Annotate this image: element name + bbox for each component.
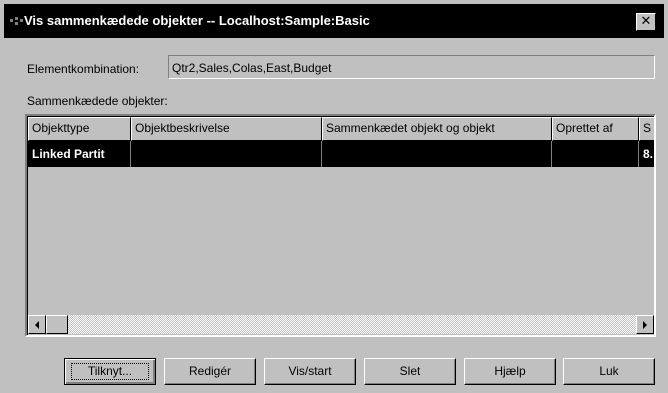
element-combination-label: Elementkombination: xyxy=(27,62,140,76)
close-dialog-button[interactable]: Luk xyxy=(563,358,655,385)
column-header-oprettet-af[interactable]: Oprettet af xyxy=(552,117,639,141)
scroll-thumb[interactable] xyxy=(46,315,68,334)
table-row[interactable]: Linked Partit 8. xyxy=(28,141,654,167)
cell-oprettet-af xyxy=(552,141,639,167)
list-header: Objekttype Objektbeskrivelse Sammenkædet… xyxy=(28,117,654,141)
column-header-objektbeskrivelse[interactable]: Objektbeskrivelse xyxy=(131,117,322,141)
scroll-track[interactable] xyxy=(68,315,636,334)
view-start-button[interactable]: Vis/start xyxy=(264,358,356,385)
column-header-s[interactable]: S xyxy=(639,117,654,141)
cell-objekttype: Linked Partit xyxy=(28,141,131,167)
window-title: Vis sammenkædede objekter -- Localhost:S… xyxy=(24,13,370,28)
cell-objektbeskrivelse xyxy=(131,141,322,167)
help-button[interactable]: Hjælp xyxy=(464,358,556,385)
arrow-right-icon xyxy=(643,321,647,329)
cell-sammenkaedet-objekt xyxy=(322,141,552,167)
element-combination-value: Qtr2,Sales,Colas,East,Budget xyxy=(172,61,332,75)
column-header-sammenkaedet-objekt[interactable]: Sammenkædet objekt og objekt xyxy=(322,117,552,141)
title-bar[interactable]: Vis sammenkædede objekter -- Localhost:S… xyxy=(4,4,664,38)
dialog-window: Vis sammenkædede objekter -- Localhost:S… xyxy=(0,0,668,393)
linked-objects-list[interactable]: Objekttype Objektbeskrivelse Sammenkædet… xyxy=(25,114,656,337)
delete-button[interactable]: Slet xyxy=(364,358,456,385)
cell-s: 8. xyxy=(643,147,654,161)
scroll-right-button[interactable] xyxy=(636,315,654,334)
edit-button[interactable]: Redigér xyxy=(164,358,256,385)
attach-button[interactable]: Tilknyt... xyxy=(64,358,156,385)
linked-objects-label: Sammenkædede objekter: xyxy=(27,94,168,108)
arrow-left-icon xyxy=(35,321,39,329)
close-icon: ✕ xyxy=(640,14,652,29)
horizontal-scrollbar[interactable] xyxy=(28,315,654,335)
scroll-left-button[interactable] xyxy=(28,315,46,334)
column-header-objekttype[interactable]: Objekttype xyxy=(28,117,131,141)
close-button[interactable]: ✕ xyxy=(636,13,656,31)
element-combination-field: Qtr2,Sales,Colas,East,Budget xyxy=(168,55,655,79)
